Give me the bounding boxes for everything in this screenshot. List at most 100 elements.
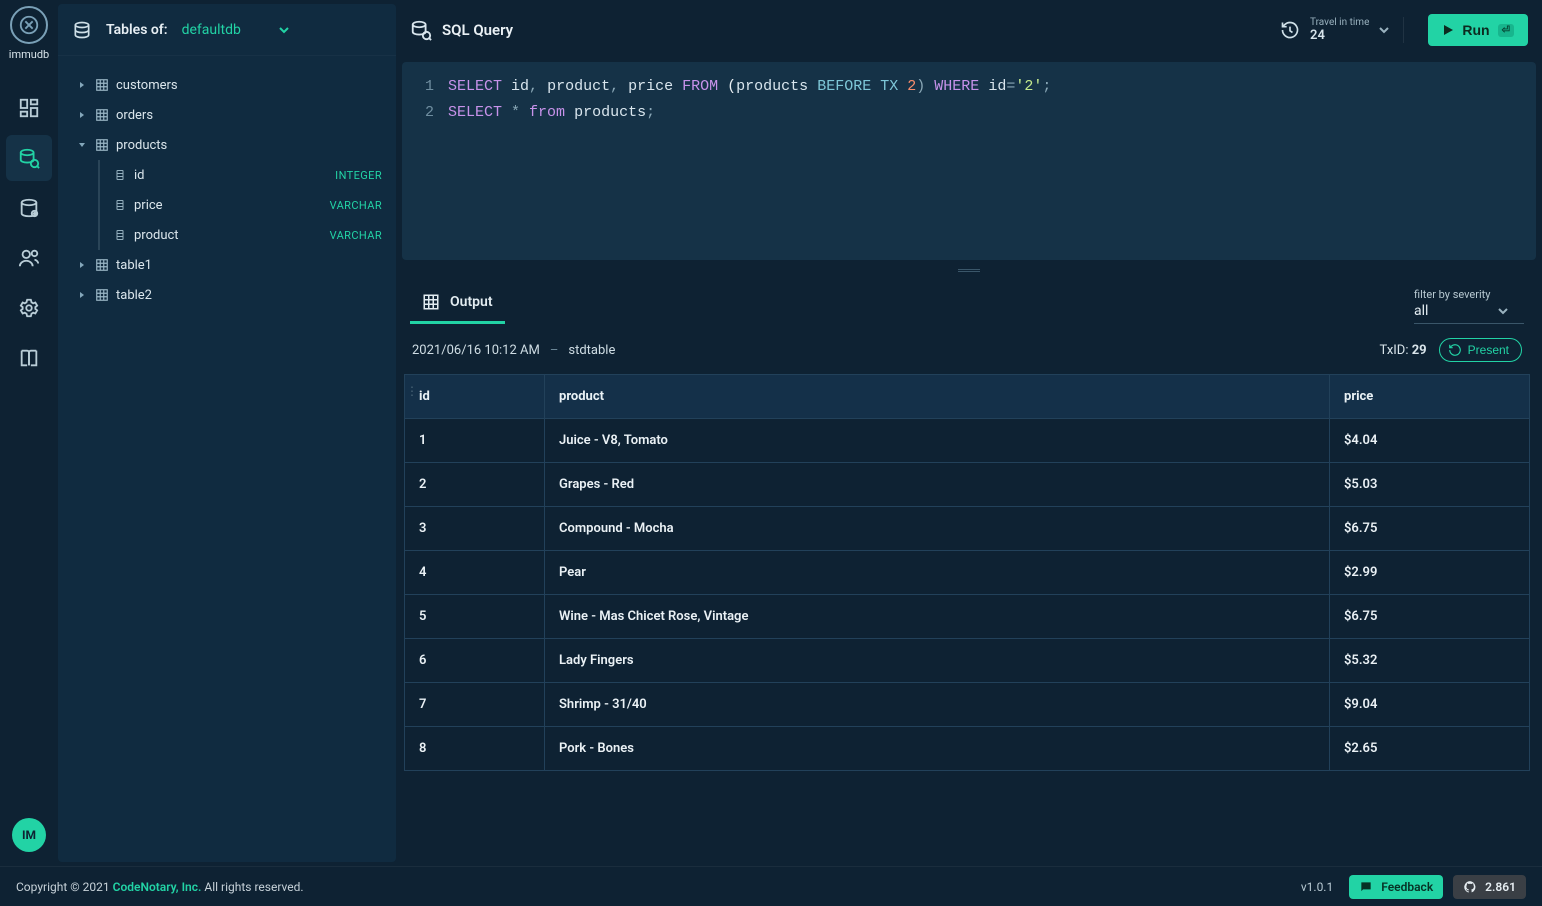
table-name: customers (116, 78, 178, 93)
play-icon (1442, 24, 1454, 36)
table-customers[interactable]: customers (68, 70, 386, 100)
database-select[interactable]: defaultdb (182, 22, 289, 38)
caret-icon (72, 80, 92, 90)
run-button-label: Run (1462, 22, 1489, 38)
company-link[interactable]: CodeNotary, Inc. (113, 880, 202, 894)
run-button[interactable]: Run ⏎ (1428, 14, 1528, 46)
chevron-down-icon (1379, 25, 1389, 35)
table-name: products (116, 138, 167, 153)
tables-tree: customersordersproductsidINTEGERpriceVAR… (58, 56, 396, 318)
cell-id: 4 (405, 551, 545, 595)
cell-product: Lady Fingers (545, 639, 1330, 683)
table-row[interactable]: 8Pork - Bones$2.65 (405, 727, 1530, 771)
table-icon (92, 138, 112, 152)
topbar: SQL Query Travel in time 24 Run ⏎ (402, 4, 1536, 56)
tables-of-label: Tables of: (106, 22, 168, 38)
cell-product: Juice - V8, Tomato (545, 419, 1330, 463)
table-orders[interactable]: orders (68, 100, 386, 130)
result-source: stdtable (568, 343, 615, 358)
table-row[interactable]: 7Shrimp - 31/40$9.04 (405, 683, 1530, 727)
history-icon (1280, 20, 1300, 40)
table-row[interactable]: 2Grapes - Red$5.03 (405, 463, 1530, 507)
rail-settings[interactable] (6, 285, 52, 331)
col-price[interactable]: price (1330, 375, 1530, 419)
brand-logo (10, 6, 48, 44)
time-travel-select[interactable]: Travel in time 24 (1280, 17, 1404, 43)
column-name: id (134, 168, 335, 183)
rail-manage[interactable] (6, 185, 52, 231)
table-row[interactable]: 3Compound - Mocha$6.75 (405, 507, 1530, 551)
table-row[interactable]: 5Wine - Mas Chicet Rose, Vintage$6.75 (405, 595, 1530, 639)
column-type: VARCHAR (330, 229, 382, 242)
user-avatar[interactable]: IM (12, 818, 46, 852)
table-row[interactable]: 4Pear$2.99 (405, 551, 1530, 595)
resize-handle[interactable] (402, 266, 1536, 274)
grid-icon (422, 293, 440, 311)
page-title: SQL Query (442, 21, 513, 39)
rail-guide[interactable] (6, 335, 52, 381)
chat-icon (1359, 880, 1373, 894)
github-stars[interactable]: 2.861 (1453, 875, 1526, 899)
drag-handle-icon[interactable]: ⋮⋮ (402, 384, 420, 398)
caret-icon (72, 140, 92, 150)
results-table: idproductprice 1Juice - V8, Tomato$4.042… (404, 374, 1530, 771)
caret-icon (72, 260, 92, 270)
table-row[interactable]: 1Juice - V8, Tomato$4.04 (405, 419, 1530, 463)
column-product[interactable]: productVARCHAR (68, 220, 386, 250)
cell-price: $9.04 (1330, 683, 1530, 727)
cell-price: $5.32 (1330, 639, 1530, 683)
copyright-prefix: Copyright © 2021 (16, 880, 113, 894)
column-price[interactable]: priceVARCHAR (68, 190, 386, 220)
footer: Copyright © 2021 CodeNotary, Inc. All ri… (0, 866, 1542, 906)
cell-id: 6 (405, 639, 545, 683)
present-button[interactable]: Present (1439, 338, 1522, 362)
column-id[interactable]: idINTEGER (68, 160, 386, 190)
severity-filter-label: filter by severity (1414, 288, 1490, 301)
cell-price: $2.65 (1330, 727, 1530, 771)
rail-query[interactable] (6, 135, 52, 181)
time-travel-label: Travel in time (1310, 17, 1369, 28)
sql-editor[interactable]: 1SELECT id, product, price FROM (product… (402, 62, 1536, 260)
cell-product: Pear (545, 551, 1330, 595)
chevron-down-icon (279, 25, 289, 35)
github-icon (1463, 880, 1477, 894)
severity-filter-value: all (1414, 303, 1428, 319)
column-icon (110, 198, 130, 212)
chevron-down-icon (1498, 306, 1508, 316)
table-table2[interactable]: table2 (68, 280, 386, 310)
result-timestamp: 2021/06/16 10:12 AM (412, 343, 540, 358)
table-table1[interactable]: table1 (68, 250, 386, 280)
database-icon (72, 20, 92, 40)
tab-output[interactable]: Output (410, 283, 505, 324)
rail-dashboard[interactable] (6, 85, 52, 131)
column-icon (110, 228, 130, 242)
caret-icon (72, 110, 92, 120)
table-name: orders (116, 108, 153, 123)
table-products[interactable]: products (68, 130, 386, 160)
rail-users[interactable] (6, 235, 52, 281)
tables-panel: Tables of: defaultdb customers orders prod… (58, 4, 396, 862)
cell-product: Grapes - Red (545, 463, 1330, 507)
cell-price: $4.04 (1330, 419, 1530, 463)
history-icon (1448, 343, 1462, 357)
table-row[interactable]: 6Lady Fingers$5.32 (405, 639, 1530, 683)
cell-id: 1 (405, 419, 545, 463)
cell-price: $2.99 (1330, 551, 1530, 595)
caret-icon (72, 290, 92, 300)
cell-id: 8 (405, 727, 545, 771)
tx-id: TxID: 29 (1380, 343, 1427, 358)
col-id[interactable]: id (405, 375, 545, 419)
severity-filter[interactable]: filter by severity all (1414, 288, 1524, 324)
table-name: table2 (116, 288, 152, 303)
col-product[interactable]: product (545, 375, 1330, 419)
column-name: price (134, 198, 330, 213)
cell-product: Compound - Mocha (545, 507, 1330, 551)
time-travel-value: 24 (1310, 28, 1369, 43)
table-icon (92, 258, 112, 272)
copyright-suffix: All rights reserved. (201, 880, 303, 894)
cell-id: 7 (405, 683, 545, 727)
feedback-button[interactable]: Feedback (1349, 875, 1443, 899)
cell-id: 3 (405, 507, 545, 551)
github-stars-count: 2.861 (1485, 880, 1516, 894)
column-type: INTEGER (335, 169, 382, 182)
